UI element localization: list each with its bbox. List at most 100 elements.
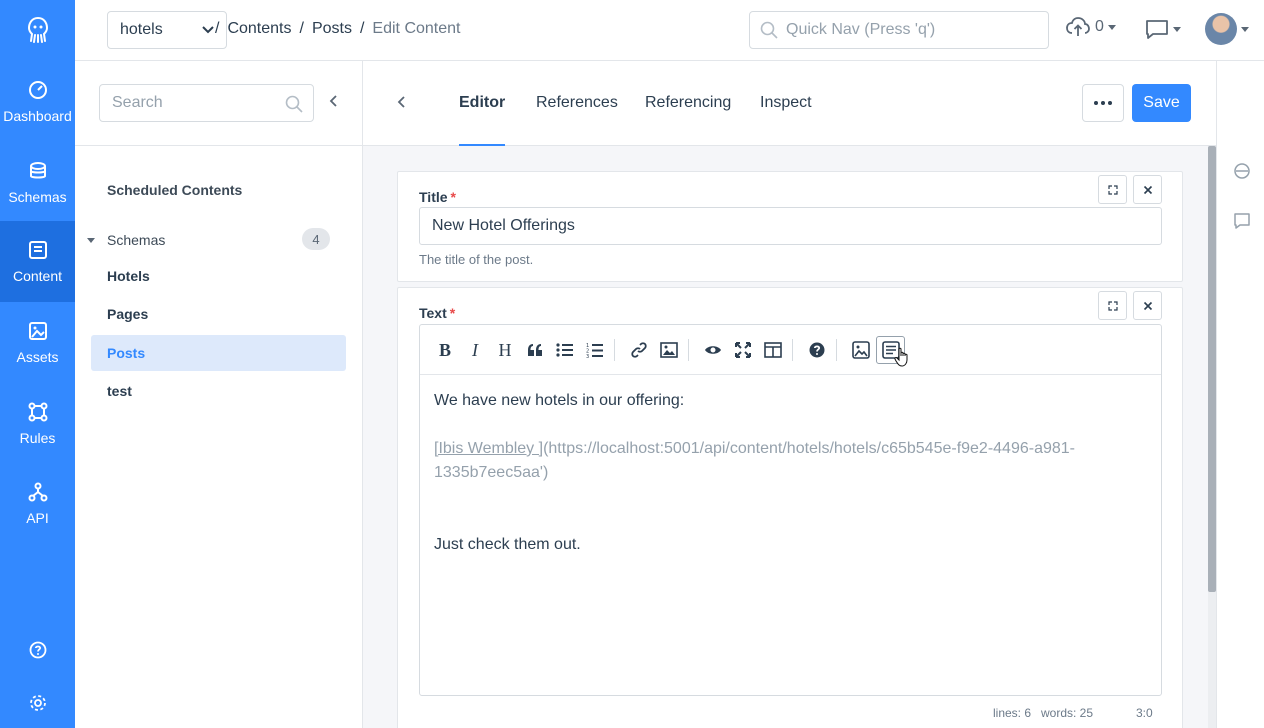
quick-nav-input[interactable]: Quick Nav (Press 'q') bbox=[749, 11, 1049, 49]
uploads-count: 0 bbox=[1095, 18, 1104, 35]
schema-search-placeholder: Search bbox=[112, 94, 163, 111]
svg-text:3: 3 bbox=[586, 354, 589, 358]
image-icon[interactable] bbox=[658, 339, 680, 361]
notifications-button[interactable] bbox=[1145, 18, 1181, 40]
rules-icon bbox=[28, 402, 47, 421]
sidebar-item-posts[interactable]: Posts bbox=[91, 335, 346, 371]
back-button[interactable] bbox=[397, 95, 407, 112]
close-icon bbox=[1143, 185, 1152, 194]
dashboard-icon bbox=[28, 80, 47, 99]
breadcrumb-edit-content: Edit Content bbox=[372, 20, 461, 37]
close-field-button[interactable] bbox=[1133, 291, 1162, 320]
breadcrumb-contents[interactable]: Contents bbox=[227, 20, 291, 38]
history-icon[interactable] bbox=[1233, 162, 1251, 180]
editor-line-link: [Ibis Wembley ](https://localhost:5001/a… bbox=[434, 440, 1075, 458]
caret-down-icon[interactable] bbox=[1241, 27, 1249, 32]
fullscreen-arrows-icon[interactable] bbox=[732, 339, 754, 361]
help-icon[interactable] bbox=[0, 630, 75, 670]
tab-references[interactable]: References bbox=[536, 94, 618, 146]
cloud-upload-icon bbox=[1066, 17, 1090, 36]
tabs-bar: Editor References Referencing Inspect Sa… bbox=[363, 61, 1216, 146]
editor-link-url-cont: 1335b7eec5aa') bbox=[434, 464, 549, 481]
insert-asset-icon[interactable] bbox=[850, 339, 872, 361]
nav-rules[interactable]: Rules bbox=[0, 383, 75, 464]
italic-icon[interactable]: I bbox=[464, 339, 486, 361]
comments-icon[interactable] bbox=[1233, 212, 1251, 230]
nav-content-label: Content bbox=[12, 267, 63, 284]
top-bar: hotels / Contents / Posts / Edit Content… bbox=[75, 0, 1264, 61]
sidebar-item-test[interactable]: test bbox=[91, 373, 346, 409]
breadcrumb-posts[interactable]: Posts bbox=[312, 20, 352, 38]
sidebar-item-pages[interactable]: Pages bbox=[91, 296, 346, 332]
caret-down-icon bbox=[1173, 26, 1181, 32]
text-field-card: Text * B I H 123 We have new hotels in o… bbox=[397, 287, 1183, 728]
nav-api-label: API bbox=[26, 509, 49, 526]
schemas-group-label: Schemas bbox=[107, 232, 166, 248]
search-icon bbox=[285, 95, 303, 113]
more-options-button[interactable] bbox=[1082, 84, 1124, 122]
editor-link-label: [Ibis Wembley ] bbox=[434, 440, 544, 457]
sidebar-item-label: Pages bbox=[107, 306, 149, 322]
markdown-help-icon[interactable] bbox=[806, 339, 828, 361]
nav-assets-label: Assets bbox=[16, 348, 59, 365]
close-field-button[interactable] bbox=[1133, 175, 1162, 204]
left-nav: Dashboard Schemas Content Assets Rules A… bbox=[0, 0, 75, 728]
editor-link-url: (https://localhost:5001/api/content/hote… bbox=[543, 440, 1075, 457]
nav-dashboard[interactable]: Dashboard bbox=[0, 61, 75, 142]
quick-nav-placeholder: Quick Nav (Press 'q') bbox=[786, 21, 936, 38]
comment-icon bbox=[1146, 20, 1168, 39]
editor-toolbar: B I H 123 bbox=[420, 325, 1161, 375]
status-cursor: 3:0 bbox=[1136, 706, 1153, 720]
title-input-value: New Hotel Offerings bbox=[432, 217, 575, 234]
fullscreen-button[interactable] bbox=[1098, 175, 1127, 204]
caret-down-icon bbox=[87, 237, 95, 243]
nav-schemas[interactable]: Schemas bbox=[0, 142, 75, 223]
preview-eye-icon[interactable] bbox=[702, 339, 724, 361]
sidebar-item-hotels[interactable]: Hotels bbox=[91, 258, 346, 294]
user-avatar[interactable] bbox=[1205, 13, 1237, 45]
chevron-down-icon bbox=[202, 26, 214, 34]
api-icon bbox=[28, 482, 47, 501]
fullscreen-button[interactable] bbox=[1098, 291, 1127, 320]
uploads-button[interactable]: 0 bbox=[1065, 16, 1116, 38]
chevron-left-icon bbox=[329, 95, 337, 107]
markdown-editor[interactable]: B I H 123 We have new hotels in our offe… bbox=[419, 324, 1162, 696]
side-by-side-icon[interactable] bbox=[762, 339, 784, 361]
heading-icon[interactable]: H bbox=[494, 339, 516, 361]
hand-pointer-cursor-icon bbox=[894, 347, 908, 367]
expand-icon bbox=[1107, 300, 1118, 311]
tab-referencing[interactable]: Referencing bbox=[645, 94, 731, 146]
save-button[interactable]: Save bbox=[1132, 84, 1191, 122]
nav-api[interactable]: API bbox=[0, 463, 75, 544]
assets-icon bbox=[28, 321, 47, 340]
title-field-card: Title * New Hotel Offerings The title of … bbox=[397, 171, 1183, 282]
editor-line-intro: We have new hotels in our offering: bbox=[434, 392, 685, 409]
schemas-sidebar: Search Scheduled Contents Schemas 4 Hote… bbox=[75, 61, 363, 728]
unordered-list-icon[interactable] bbox=[554, 339, 576, 361]
scheduled-contents-link[interactable]: Scheduled Contents bbox=[107, 182, 242, 198]
title-input[interactable]: New Hotel Offerings bbox=[419, 207, 1162, 245]
nav-assets[interactable]: Assets bbox=[0, 302, 75, 383]
tab-editor[interactable]: Editor bbox=[459, 94, 506, 146]
caret-down-icon bbox=[1107, 24, 1116, 30]
app-selector[interactable]: hotels bbox=[107, 11, 227, 49]
app-selector-value: hotels bbox=[120, 21, 163, 38]
search-icon bbox=[760, 21, 778, 39]
scrollbar-thumb[interactable] bbox=[1208, 146, 1216, 592]
collapse-sidebar-button[interactable] bbox=[329, 94, 339, 111]
quote-icon[interactable] bbox=[524, 339, 546, 361]
bold-icon[interactable]: B bbox=[434, 339, 456, 361]
link-icon[interactable] bbox=[628, 339, 650, 361]
sidebar-item-label: Hotels bbox=[107, 268, 150, 284]
nav-content[interactable]: Content bbox=[0, 221, 75, 302]
expand-icon bbox=[1107, 184, 1118, 195]
tab-inspect[interactable]: Inspect bbox=[760, 94, 812, 146]
schema-search-input[interactable]: Search bbox=[99, 84, 314, 122]
squid-logo-icon[interactable] bbox=[0, 0, 75, 60]
ordered-list-icon[interactable]: 123 bbox=[584, 339, 606, 361]
sidebar-item-label: test bbox=[107, 383, 132, 399]
schemas-group-header[interactable]: Schemas 4 bbox=[87, 228, 337, 252]
nav-rules-label: Rules bbox=[19, 429, 56, 446]
editor-line-outro: Just check them out. bbox=[434, 536, 581, 553]
settings-gear-icon[interactable] bbox=[0, 683, 75, 723]
